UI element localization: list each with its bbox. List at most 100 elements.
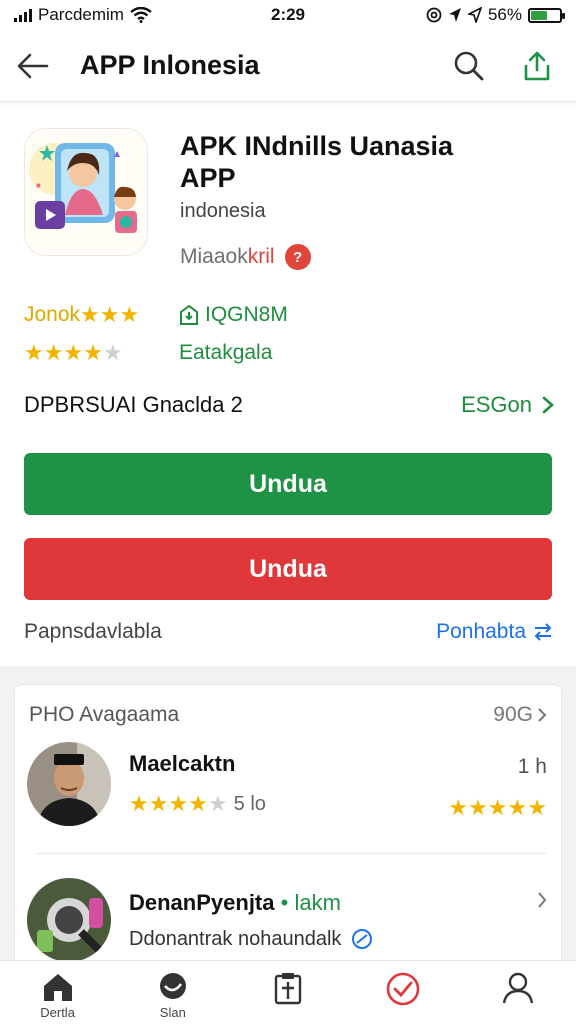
app-bar-actions — [452, 49, 554, 83]
app-illustration — [25, 129, 147, 255]
version-link-label: ESGon — [461, 392, 532, 417]
star-rating: ★★★★★ — [24, 340, 179, 366]
page-title: APP Inlonesia — [80, 50, 260, 80]
version-label: DPBRSUAI Gnaclda 2 — [24, 392, 243, 417]
star-filled-icon: ★ — [63, 340, 84, 365]
review-item[interactable]: DenanPyenjta • lakm Ddonantrak nohaundal… — [27, 875, 547, 965]
status-left: Parcdemim — [14, 5, 214, 25]
reviewer-name: DenanPyenjta • lakm — [129, 890, 547, 916]
share-button[interactable] — [520, 49, 554, 83]
category-info: Eatakgala — [179, 341, 272, 365]
app-size: IQGN8M — [205, 303, 288, 326]
review-body: DenanPyenjta • lakm Ddonantrak nohaundal… — [129, 890, 547, 951]
share-icon — [524, 51, 550, 80]
permissions-row: Papnsdavlabla Ponhabta — [24, 620, 554, 644]
reviews-header: PHO Avagaama 90G — [29, 703, 547, 727]
nav-item-home[interactable]: Dertla — [0, 961, 115, 1024]
permissions-link-label: Ponhabta — [436, 620, 526, 643]
chat-icon — [159, 973, 186, 999]
app-subtitle: indonesia — [180, 200, 266, 222]
permissions-label: Papnsdavlabla — [24, 620, 162, 643]
app-name-line2: APP — [180, 163, 236, 193]
star-filled-icon: ★ — [24, 340, 44, 365]
location-icon-2 — [467, 7, 482, 23]
bottom-nav: Dertla Slan — [0, 960, 576, 1024]
check-circle-icon — [386, 972, 420, 1006]
review-time: 1 h — [517, 755, 547, 778]
review-more[interactable] — [537, 891, 547, 915]
version-link[interactable]: ESGon — [461, 392, 554, 418]
rating-label: Jonok — [24, 303, 81, 326]
star-filled-icon: ★ — [168, 791, 189, 816]
star-filled-icon: ★ — [468, 795, 488, 820]
review-text-content: Ddonantrak nohaundalk — [129, 927, 342, 950]
developer-suffix: kril — [247, 245, 275, 268]
arrow-left-icon — [17, 53, 49, 78]
permissions-link[interactable]: Ponhabta — [436, 620, 554, 644]
version-row: DPBRSUAI Gnaclda 2 ESGon — [24, 392, 554, 418]
swap-icon — [534, 623, 552, 641]
info-badge[interactable]: ? — [284, 244, 311, 270]
battery-fill — [531, 10, 547, 20]
nav-item-clipboard[interactable] — [230, 961, 345, 1024]
signal-icon — [14, 8, 32, 22]
star-filled-icon: ★ — [527, 795, 547, 820]
reviews-count-link[interactable]: 90G — [493, 703, 547, 727]
star-filled-icon: ★ — [80, 302, 100, 327]
nav-item-check[interactable] — [346, 961, 461, 1024]
download-button-secondary[interactable]: Undua — [24, 538, 552, 600]
battery-icon — [528, 7, 565, 23]
divider — [35, 853, 547, 854]
star-filled-icon: ★ — [83, 340, 103, 365]
app-developer[interactable]: Miaaokkril ? — [180, 244, 311, 270]
avatar-photo — [27, 742, 111, 826]
chevron-right-icon — [542, 396, 554, 414]
app-icon — [24, 128, 148, 256]
app-name: APK INdnills Uanasia APP — [180, 130, 550, 194]
reviews-title: PHO Avagaama — [29, 703, 180, 726]
star-filled-icon: ★ — [487, 795, 508, 820]
clipboard-icon — [274, 973, 302, 1005]
star-filled-icon: ★ — [148, 791, 169, 816]
download-button-primary[interactable]: Undua — [24, 453, 552, 515]
app-name-line1: APK INdnills Uanasia — [180, 131, 454, 161]
home-icon — [43, 974, 72, 1001]
review-item[interactable]: Maelcaktn ★★★★★ 5 lo 1 h ★★★★★ — [27, 739, 547, 829]
back-button[interactable] — [16, 49, 50, 83]
chevron-right-icon — [538, 892, 547, 908]
carrier-name: Parcdemim — [38, 5, 124, 24]
at-icon — [426, 7, 442, 23]
rating-stars: ★★★★★ — [24, 340, 123, 366]
stat-row-2: ★★★★★ Eatakgala — [24, 334, 554, 372]
search-button[interactable] — [452, 49, 486, 83]
review-stars: ★★★★★ — [129, 791, 228, 817]
app-header: APK INdnills Uanasia APP indonesia Miaao… — [24, 128, 554, 278]
search-icon — [454, 51, 484, 80]
star-filled-icon: ★ — [129, 791, 149, 816]
star-empty-icon: ★ — [102, 340, 123, 365]
top-app-bar: APP Inlonesia — [0, 30, 576, 102]
reviewer-tag: • lakm — [280, 889, 341, 915]
star-filled-icon: ★ — [119, 302, 140, 327]
star-filled-icon: ★ — [507, 795, 528, 820]
avatar-photo — [27, 878, 111, 962]
rating-label-stars: ★★★ — [80, 302, 139, 328]
app-stats: Jonok ★★★ IQGN8M ★★★★★ Eatakgala — [24, 296, 554, 372]
stat-row-1: Jonok ★★★ IQGN8M — [24, 296, 554, 334]
nav-item-profile[interactable] — [461, 961, 576, 1024]
star-filled-icon: ★ — [448, 795, 469, 820]
star-filled-icon: ★ — [99, 302, 120, 327]
nav-item-chat[interactable]: Slan — [115, 961, 230, 1024]
nav-label: Slan — [159, 1005, 186, 1020]
review-stars-right: ★★★★★ — [448, 795, 547, 821]
location-icon — [448, 8, 461, 22]
verified-icon — [352, 929, 373, 949]
size-info: IQGN8M — [179, 303, 288, 327]
download-box-icon — [180, 304, 198, 325]
wifi-icon — [130, 7, 152, 23]
app-category: Eatakgala — [179, 341, 273, 364]
star-filled-icon: ★ — [188, 791, 208, 816]
star-filled-icon: ★ — [43, 340, 64, 365]
status-right: 56% — [426, 5, 565, 25]
review-rating-value: 5 lo — [233, 792, 266, 815]
